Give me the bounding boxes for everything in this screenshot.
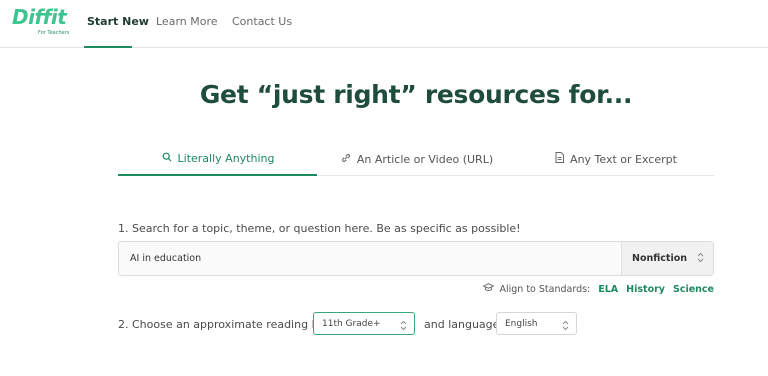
- grade-level-select[interactable]: 11th Grade+: [313, 312, 415, 335]
- document-icon: [553, 152, 565, 166]
- grade-level-value: 11th Grade+: [322, 318, 381, 329]
- content-type-value: Nonfiction: [632, 253, 688, 264]
- graduation-cap-icon: [482, 283, 496, 295]
- tab-article-or-video-url[interactable]: An Article or Video (URL): [317, 142, 516, 176]
- standard-science-link[interactable]: Science: [673, 284, 714, 295]
- standard-history-link[interactable]: History: [626, 284, 665, 295]
- search-prompt-label: 1. Search for a topic, theme, or questio…: [118, 222, 521, 235]
- chevron-updown-icon: [562, 320, 569, 332]
- nav-link-contact-us[interactable]: Contact Us: [232, 15, 292, 28]
- language-value: English: [505, 318, 538, 329]
- page-headline: Get “just right” resources for...: [199, 80, 633, 109]
- chevron-updown-icon: [400, 320, 407, 332]
- top-nav: Diffit For Teachers Start New Learn More…: [0, 0, 768, 48]
- logo-tagline: For Teachers: [38, 30, 70, 36]
- logo-wordmark: Diffit: [12, 5, 67, 29]
- standard-ela-link[interactable]: ELA: [598, 284, 618, 295]
- nav-active-indicator: [84, 46, 132, 48]
- tab-label: Literally Anything: [177, 151, 275, 165]
- search-icon: [161, 152, 173, 165]
- nav-link-start-new[interactable]: Start New: [87, 15, 149, 28]
- source-tabs: Literally Anything An Article or Video (…: [118, 142, 714, 176]
- link-icon: [340, 153, 352, 166]
- content-type-select[interactable]: Nonfiction: [621, 242, 713, 275]
- standards-row: Align to Standards: ELA History Science: [482, 283, 714, 295]
- and-language-label: and language: [424, 318, 500, 331]
- standards-label: Align to Standards:: [499, 283, 591, 295]
- reading-level-label: 2. Choose an approximate reading level: [118, 318, 338, 331]
- topic-search-input[interactable]: [119, 242, 621, 275]
- tab-label: An Article or Video (URL): [356, 152, 494, 166]
- tab-any-text-or-excerpt[interactable]: Any Text or Excerpt: [516, 142, 714, 176]
- nav-link-learn-more[interactable]: Learn More: [156, 15, 218, 28]
- tab-label: Any Text or Excerpt: [570, 152, 677, 166]
- tab-literally-anything[interactable]: Literally Anything: [118, 142, 317, 176]
- diffit-logo[interactable]: Diffit For Teachers: [12, 6, 72, 40]
- chevron-updown-icon: [697, 252, 704, 264]
- language-select[interactable]: English: [496, 312, 577, 335]
- search-box: Nonfiction: [118, 241, 714, 276]
